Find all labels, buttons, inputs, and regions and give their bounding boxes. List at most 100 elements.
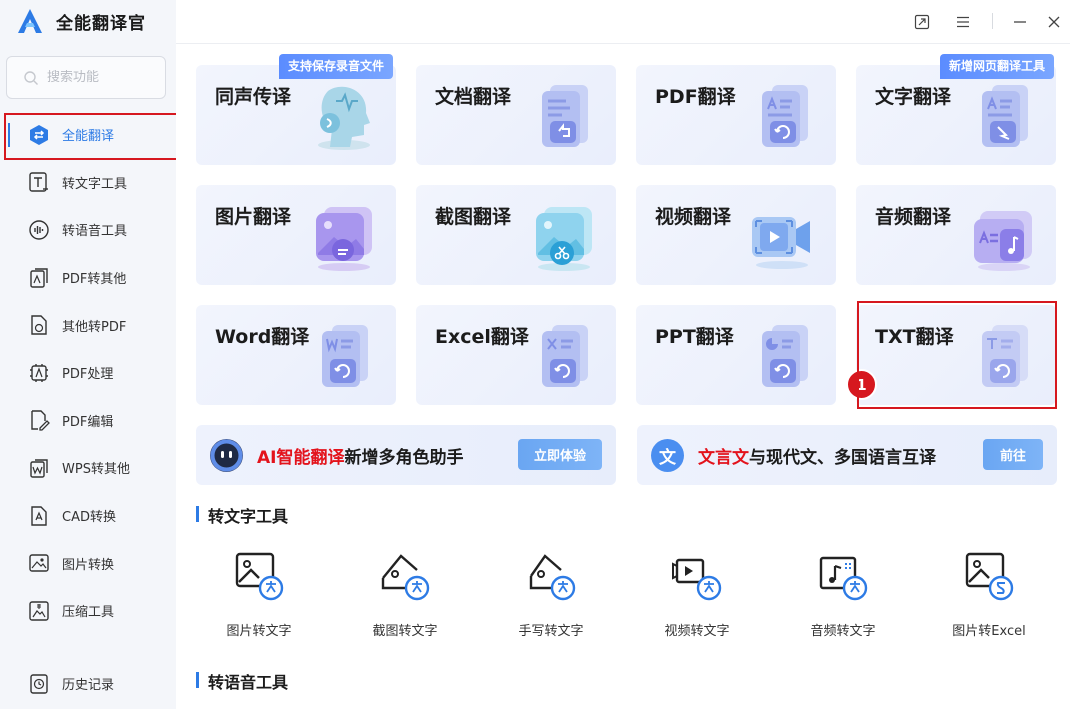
- tool-video-to-text[interactable]: 视频转文字: [637, 548, 757, 639]
- sidebar-item-history[interactable]: 历史记录: [0, 660, 176, 708]
- banner-highlight: AI智能翻译: [257, 447, 345, 468]
- banner-text: AI智能翻译新增多角色助手: [257, 443, 463, 468]
- txt-translate-icon: [982, 325, 1028, 387]
- wen-char: 文: [659, 447, 676, 468]
- excel-translate-icon: [542, 325, 588, 387]
- tool-image-to-text[interactable]: 图片转文字: [199, 548, 319, 639]
- app-logo-icon: [18, 9, 42, 33]
- card-label: 音频翻译: [875, 206, 952, 228]
- tool-handwriting-to-text[interactable]: 手写转文字: [491, 548, 611, 639]
- minimize-button[interactable]: [1008, 10, 1032, 34]
- card-ppt-translate[interactable]: PPT翻译: [636, 305, 836, 405]
- app-brand: 全能翻译官: [16, 6, 146, 36]
- app-title: 全能翻译官: [56, 13, 146, 34]
- card-label: 截图翻译: [435, 206, 512, 228]
- tool-label: 截图转文字: [372, 624, 438, 639]
- sidebar-item-label: 转文字工具: [62, 176, 128, 192]
- audio-translate-icon: [974, 211, 1032, 271]
- sidebar-item-label: 其他转PDF: [62, 319, 127, 335]
- translate-icon: [28, 124, 50, 146]
- sidebar-item-compress[interactable]: 压缩工具: [0, 587, 176, 635]
- card-screenshot-translate[interactable]: 截图翻译: [416, 185, 616, 285]
- voice-tool-icon: [28, 219, 50, 241]
- compress-icon: [28, 600, 50, 622]
- sidebar-item-label: 历史记录: [62, 678, 115, 694]
- sidebar-item-pdf-process[interactable]: PDF处理: [0, 349, 176, 397]
- sidebar-item-pdf-edit[interactable]: PDF编辑: [0, 397, 176, 445]
- title-bar: [176, 0, 1070, 44]
- pdf-process-icon: [28, 362, 50, 384]
- sidebar-item-text-tools[interactable]: 转文字工具: [0, 159, 176, 207]
- card-txt-translate[interactable]: TXT翻译 1: [846, 301, 1057, 409]
- card-audio-translate[interactable]: 音频翻译: [856, 185, 1056, 285]
- card-label: 文档翻译: [435, 86, 512, 108]
- search-box[interactable]: [6, 56, 166, 99]
- sidebar-nav: 全能翻译 转文字工具 转语音工具 PDF转其他 其他转PDF PDF处理 PDF…: [0, 111, 180, 635]
- cad-icon: [28, 505, 50, 527]
- sidebar-item-other-to-pdf[interactable]: 其他转PDF: [0, 301, 176, 349]
- sidebar-item-all-translate[interactable]: 全能翻译: [0, 111, 180, 160]
- close-icon: [1048, 16, 1060, 28]
- banner-ai-translate[interactable]: AI智能翻译新增多角色助手 立即体验: [196, 425, 616, 485]
- video-translate-icon: [752, 217, 810, 269]
- card-badge: 新增网页翻译工具: [940, 54, 1055, 79]
- sidebar-item-cad-convert[interactable]: CAD转换: [0, 492, 176, 540]
- go-button[interactable]: 前往: [983, 439, 1043, 470]
- image-to-excel-icon: [965, 552, 1014, 601]
- pdf-translate-icon: [762, 85, 808, 147]
- card-label: Excel翻译: [435, 326, 529, 348]
- handwriting-to-text-icon: [529, 554, 576, 601]
- try-now-button[interactable]: 立即体验: [518, 439, 602, 470]
- card-label: TXT翻译: [875, 326, 954, 348]
- history-icon: [28, 673, 50, 695]
- card-excel-translate[interactable]: Excel翻译: [416, 305, 616, 405]
- sidebar-item-image-convert[interactable]: 图片转换: [0, 539, 176, 587]
- text-translate-icon: [982, 85, 1028, 147]
- card-document-translate[interactable]: 文档翻译: [416, 65, 616, 165]
- audio-to-text-icon: [819, 556, 868, 601]
- menu-button[interactable]: [951, 10, 975, 34]
- menu-icon: [957, 16, 969, 28]
- sidebar-item-label: 转语音工具: [62, 224, 128, 240]
- tool-audio-to-text[interactable]: 音频转文字: [783, 548, 903, 639]
- text-tool-icon: [28, 171, 50, 193]
- tool-label: 视频转文字: [664, 624, 730, 639]
- robot-icon: [210, 438, 243, 472]
- card-word-translate[interactable]: Word翻译: [196, 305, 396, 405]
- banner-body: 新增多角色助手: [344, 447, 464, 468]
- sidebar-item-voice-tools[interactable]: 转语音工具: [0, 206, 176, 254]
- image-to-text-icon: [235, 552, 284, 601]
- card-label: 图片翻译: [215, 206, 292, 228]
- interpretation-head-icon: [318, 86, 370, 150]
- shrink-window-button[interactable]: [910, 10, 934, 34]
- tool-image-to-excel[interactable]: 图片转Excel: [929, 548, 1049, 639]
- banner-classical-chinese[interactable]: 文 文言文与现代文、多国语言互译 前往: [637, 425, 1057, 485]
- card-simultaneous-interpretation[interactable]: 同声传译 支持保存录音文件: [196, 54, 396, 165]
- screenshot-translate-icon: [536, 207, 592, 271]
- tool-label: 手写转文字: [518, 624, 584, 639]
- card-label: 视频翻译: [655, 206, 732, 228]
- sidebar-item-label: 图片转换: [62, 557, 115, 573]
- to-pdf-icon: [28, 314, 50, 336]
- card-label: 同声传译: [215, 86, 292, 108]
- banner-body: 与现代文、多国语言互译: [749, 447, 936, 468]
- card-label: PPT翻译: [655, 326, 734, 348]
- card-video-translate[interactable]: 视频翻译: [636, 185, 836, 285]
- card-image-translate[interactable]: 图片翻译: [196, 185, 396, 285]
- step-marker: 1: [846, 369, 877, 400]
- section-title-text-tools: 转文字工具: [196, 503, 288, 527]
- close-button[interactable]: [1042, 10, 1066, 34]
- sidebar-item-label: WPS转其他: [62, 462, 130, 478]
- sidebar-item-pdf-to-other[interactable]: PDF转其他: [0, 254, 176, 302]
- search-input[interactable]: [47, 70, 157, 85]
- sidebar-item-label: PDF转其他: [62, 272, 127, 288]
- image-convert-icon: [28, 552, 50, 574]
- sidebar-item-wps-to-other[interactable]: WPS转其他: [0, 444, 176, 492]
- card-text-translate[interactable]: 文字翻译 新增网页翻译工具: [856, 54, 1056, 165]
- tool-screenshot-to-text[interactable]: 截图转文字: [345, 548, 465, 639]
- sidebar: 全能翻译官 全能翻译 转文字工具 转语音工具: [0, 0, 180, 709]
- card-pdf-translate[interactable]: PDF翻译: [636, 65, 836, 165]
- tool-label: 音频转文字: [810, 624, 876, 639]
- image-translate-icon: [316, 207, 372, 271]
- word-translate-icon: [322, 325, 368, 387]
